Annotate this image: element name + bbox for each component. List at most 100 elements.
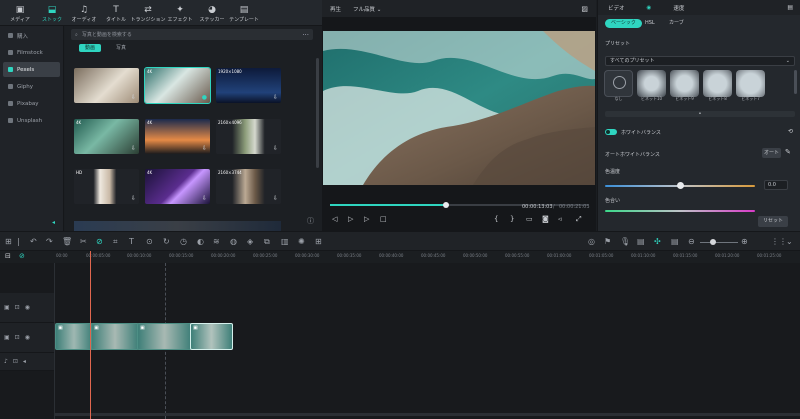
- link-icon[interactable]: ⊘: [96, 237, 103, 246]
- temperature-value-field[interactable]: 0.0: [764, 180, 788, 190]
- download-icon[interactable]: ⇩: [131, 195, 136, 202]
- save-preset-icon[interactable]: ▤: [787, 4, 793, 11]
- collapse-sidebar-icon[interactable]: ◂: [52, 219, 55, 226]
- zoom-slider-handle[interactable]: [710, 239, 716, 245]
- tool-media[interactable]: ▣ メディア: [4, 1, 36, 25]
- download-icon[interactable]: ⇩: [273, 195, 278, 202]
- keyframe-icon[interactable]: ◈: [247, 237, 253, 246]
- tool-transition[interactable]: ⇄ トランジション: [131, 1, 166, 25]
- mark-out-icon[interactable]: }: [510, 215, 514, 223]
- filter-video-chip[interactable]: 動画: [79, 44, 102, 52]
- rotate-icon[interactable]: ↻: [163, 237, 170, 246]
- download-icon[interactable]: ⇩: [131, 145, 136, 152]
- play-icon[interactable]: ▷: [364, 215, 369, 223]
- preset-thumb[interactable]: [703, 70, 732, 97]
- text-icon[interactable]: T: [129, 237, 134, 246]
- preset-select[interactable]: すべてのプリセット ⌄: [605, 56, 795, 66]
- sidebar-item-pexels[interactable]: Pexels: [3, 62, 60, 77]
- sidebar-item-filmstock[interactable]: Filmstock: [3, 45, 60, 60]
- volume-icon[interactable]: ◃: [558, 215, 562, 223]
- tool-effect[interactable]: ✦ エフェクト: [164, 1, 196, 25]
- video-preview[interactable]: [323, 31, 595, 185]
- speed-icon[interactable]: ◷: [180, 237, 187, 246]
- render-icon[interactable]: ◎: [588, 237, 595, 246]
- mute-icon[interactable]: ◂: [23, 358, 26, 365]
- tool-audio[interactable]: ♫ オーディオ: [68, 1, 100, 25]
- media-thumb[interactable]: 2160×3744 ⇩: [216, 169, 281, 204]
- download-icon[interactable]: ⇩: [202, 195, 207, 202]
- zoom-out-icon[interactable]: ⊖: [688, 237, 695, 246]
- preset-thumb[interactable]: [670, 70, 699, 97]
- reset-section-icon[interactable]: ⟲: [788, 128, 793, 135]
- download-icon[interactable]: ⇩: [202, 145, 207, 152]
- media-thumb-selected[interactable]: 4K ●: [144, 67, 211, 104]
- lock-icon[interactable]: ⊡: [13, 358, 18, 365]
- download-icon[interactable]: ⇩: [273, 94, 278, 101]
- temperature-slider-handle[interactable]: [677, 182, 684, 189]
- timeline-scrollbar[interactable]: [55, 413, 800, 416]
- download-icon[interactable]: ⇩: [273, 145, 278, 152]
- sidebar-item-purchase[interactable]: 購入: [3, 28, 60, 43]
- playhead[interactable]: [90, 251, 91, 419]
- info-icon[interactable]: ⓘ: [307, 216, 314, 226]
- preset-scrollbar[interactable]: [794, 70, 797, 94]
- monitor-icon[interactable]: ▭: [526, 215, 533, 223]
- undo-icon[interactable]: ↶: [30, 237, 37, 246]
- mask-icon[interactable]: ◐: [197, 237, 204, 246]
- timeline-clip-selected[interactable]: ▣: [190, 323, 233, 350]
- preset-thumb[interactable]: [736, 70, 765, 97]
- chevron-down-icon[interactable]: ⌄: [786, 237, 793, 246]
- media-thumb[interactable]: HD ⇩: [74, 169, 139, 204]
- timeline-clip[interactable]: ▣: [91, 323, 139, 350]
- stabilize-icon[interactable]: ⧉: [264, 237, 270, 247]
- snapshot-icon[interactable]: ▨: [581, 5, 588, 13]
- audio-wave-icon[interactable]: ≋: [213, 237, 220, 246]
- tool-sticker[interactable]: ◕ ステッカー: [196, 1, 228, 25]
- preset-none[interactable]: [604, 70, 633, 97]
- eyedropper-icon[interactable]: ✎: [785, 148, 791, 156]
- zoom-icon[interactable]: ⊙: [146, 237, 153, 246]
- media-thumb[interactable]: ⇩: [74, 68, 139, 103]
- tab-speed[interactable]: 速度: [673, 4, 684, 12]
- step-back-icon[interactable]: ▷: [348, 215, 353, 223]
- cut-icon[interactable]: ✂: [80, 237, 87, 246]
- tab-video[interactable]: ビデオ: [608, 4, 625, 12]
- media-thumb[interactable]: 1920×1080 ⇩: [216, 68, 281, 103]
- eye-icon[interactable]: ◉: [25, 334, 30, 341]
- snap-icon[interactable]: ✣: [654, 237, 661, 246]
- lock-icon[interactable]: ⊡: [15, 334, 20, 341]
- ai-icon[interactable]: ✺: [298, 237, 305, 246]
- tool-title[interactable]: T タイトル: [100, 1, 132, 25]
- fullscreen-icon[interactable]: ⤢: [576, 215, 582, 224]
- media-thumb[interactable]: 4K ⇩: [145, 119, 210, 154]
- fit-icon[interactable]: ▤: [671, 237, 679, 246]
- download-icon[interactable]: ⇩: [131, 94, 136, 101]
- link-tracks-icon[interactable]: ⊘: [19, 252, 25, 260]
- white-balance-toggle[interactable]: [605, 129, 617, 135]
- tab-playback[interactable]: 再生: [330, 5, 341, 13]
- expand-presets-button[interactable]: •: [605, 111, 795, 117]
- media-thumb[interactable]: 4K ⇩: [145, 169, 210, 204]
- search-input[interactable]: ⌕ 写真と動画を検索する ···: [71, 29, 313, 40]
- sidebar-item-pixabay[interactable]: Pixabay: [3, 96, 60, 111]
- camera-icon[interactable]: ◙: [542, 215, 549, 223]
- sidebar-item-giphy[interactable]: Giphy: [3, 79, 60, 94]
- sidebar-item-unsplash[interactable]: Unsplash: [3, 113, 60, 128]
- split-screen-icon[interactable]: ▥: [281, 237, 289, 246]
- more-icon[interactable]: ⊞: [315, 237, 322, 246]
- scrubber-handle[interactable]: [443, 202, 450, 208]
- mic-icon[interactable]: 🎙: [620, 237, 630, 246]
- tint-slider[interactable]: [605, 210, 755, 212]
- mark-in-icon[interactable]: {: [494, 215, 498, 223]
- media-thumb[interactable]: 4K ⇩: [74, 119, 139, 154]
- reset-button[interactable]: リセット: [758, 216, 788, 227]
- media-scrollbar[interactable]: [316, 58, 319, 168]
- redo-icon[interactable]: ↷: [46, 237, 53, 246]
- timeline-zoom-slider[interactable]: [700, 239, 738, 245]
- zoom-in-icon[interactable]: ⊕: [741, 237, 748, 246]
- subtab-hsl[interactable]: HSL: [639, 19, 661, 28]
- add-track-icon[interactable]: ⊟: [5, 252, 11, 260]
- preset-thumb[interactable]: [637, 70, 666, 97]
- quality-select[interactable]: フル品質 ⌄: [353, 5, 381, 13]
- lock-icon[interactable]: ⊡: [15, 304, 20, 311]
